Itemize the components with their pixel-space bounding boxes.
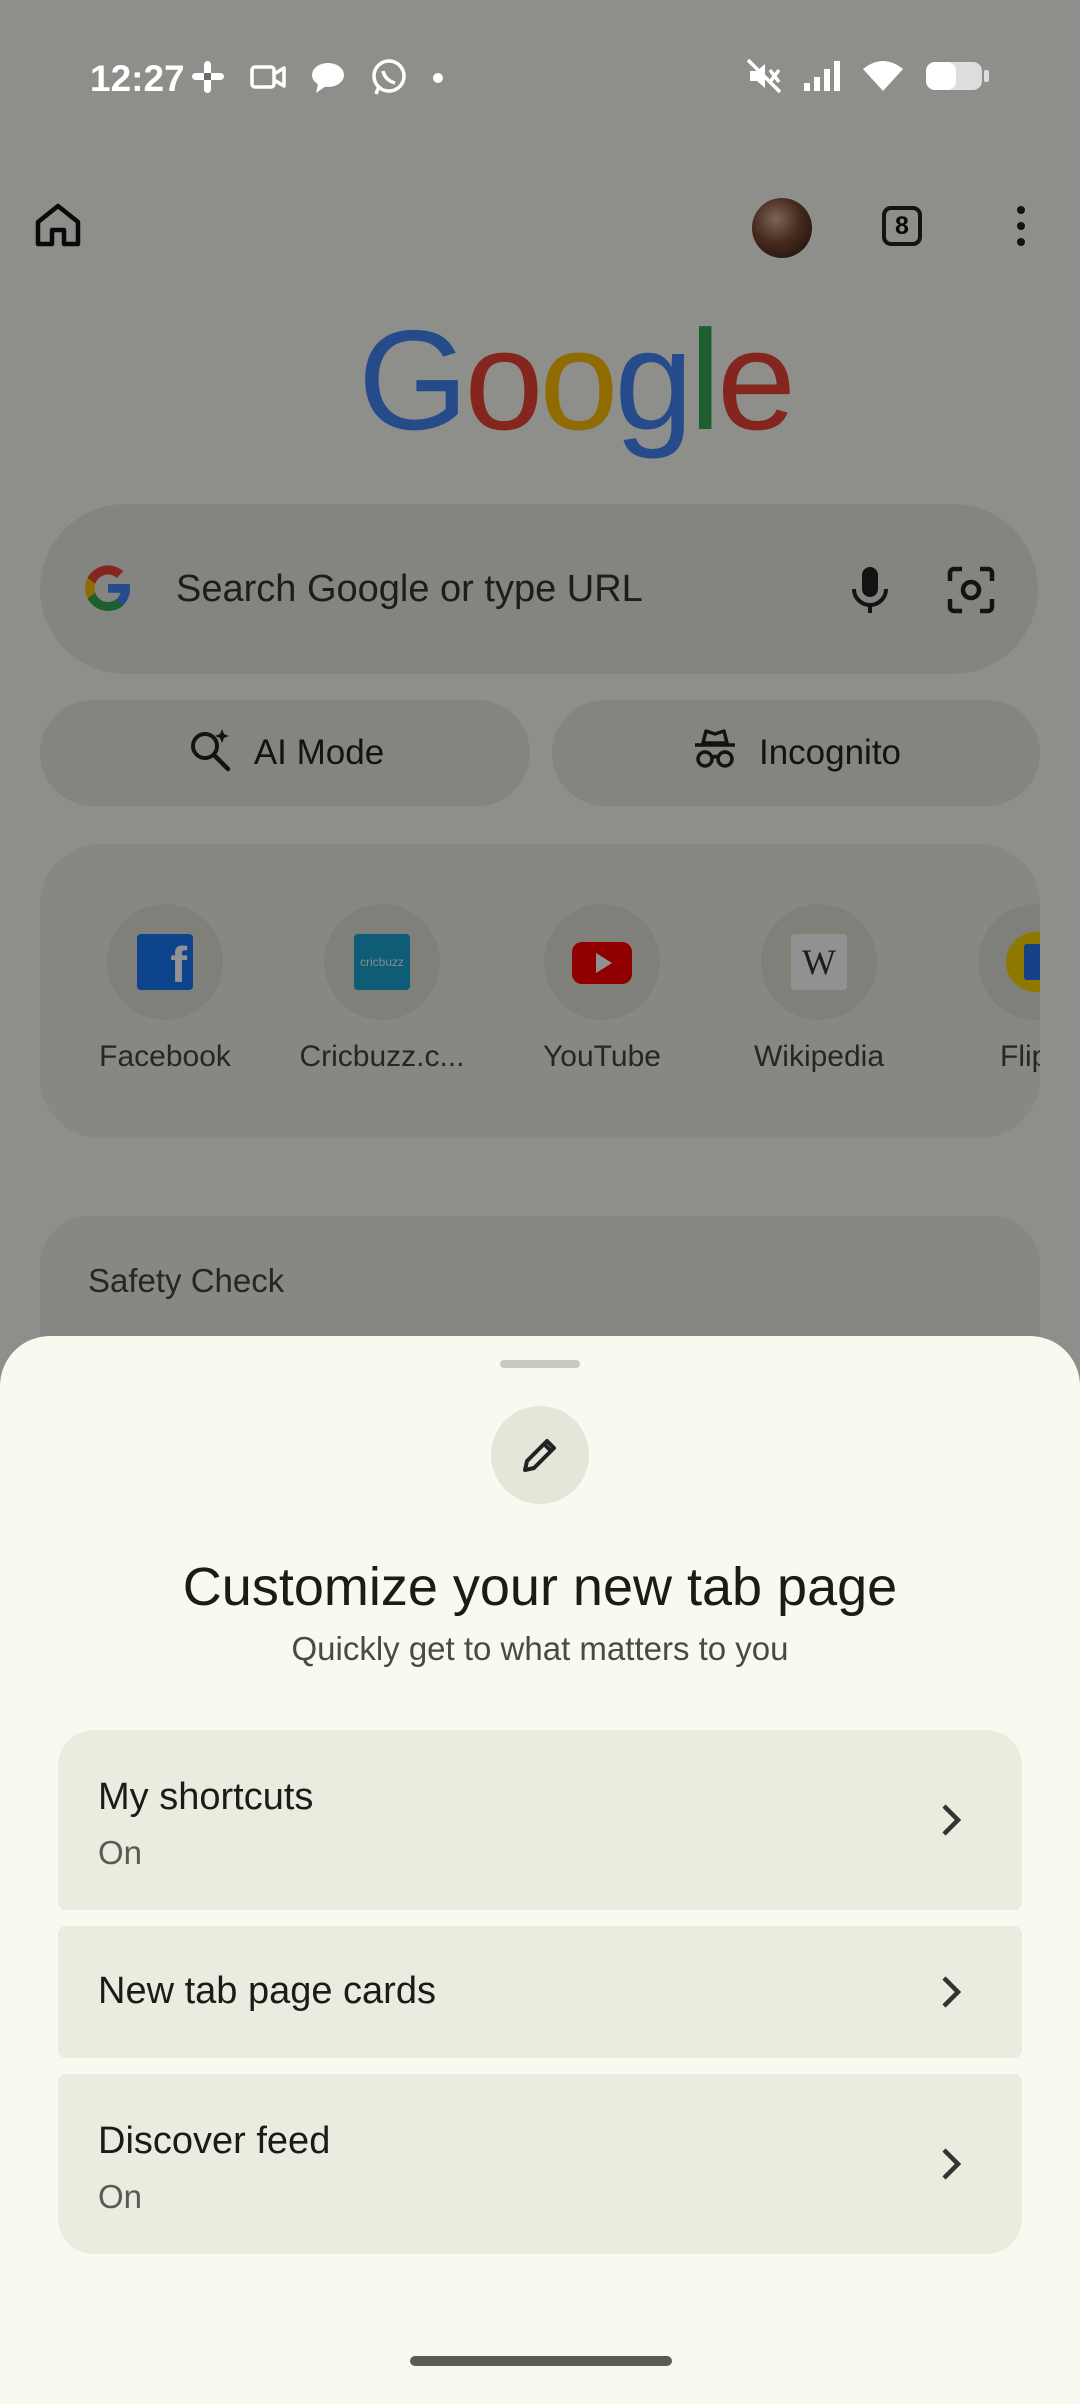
signal-icon [802,59,842,98]
wifi-icon [862,59,904,98]
pencil-icon [491,1406,589,1504]
option-state: On [98,2178,143,2215]
battery-icon [924,59,990,98]
option-state: On [98,1834,143,1871]
customize-bottom-sheet: Customize your new tab page Quickly get … [0,1336,1080,2404]
gesture-nav-bar[interactable] [410,2356,672,2366]
drag-handle[interactable] [500,1360,580,1368]
option-title: New tab page cards [98,1970,436,2012]
option-discover-feed[interactable]: Discover feed On [58,2074,1022,2254]
chevron-right-icon [936,1800,966,1840]
option-title: Discover feed [98,2120,331,2162]
chat-icon [310,60,346,99]
chevron-right-icon [936,1972,966,2012]
option-new-tab-page-cards[interactable]: New tab page cards [58,1926,1022,2058]
sheet-subtitle: Quickly get to what matters to you [291,1630,789,1667]
chevron-right-icon [936,2144,966,2184]
option-my-shortcuts[interactable]: My shortcuts On [58,1730,1022,1910]
mute-icon [746,58,782,99]
whatsapp-icon [370,58,408,101]
dot-icon [432,71,444,89]
slack-icon [190,59,226,100]
option-title: My shortcuts [98,1776,314,1818]
status-time: 12:27 [90,58,185,99]
status-bar: 12:27 [0,0,1080,160]
sheet-title: Customize your new tab page [182,1557,898,1617]
video-icon [250,62,286,97]
